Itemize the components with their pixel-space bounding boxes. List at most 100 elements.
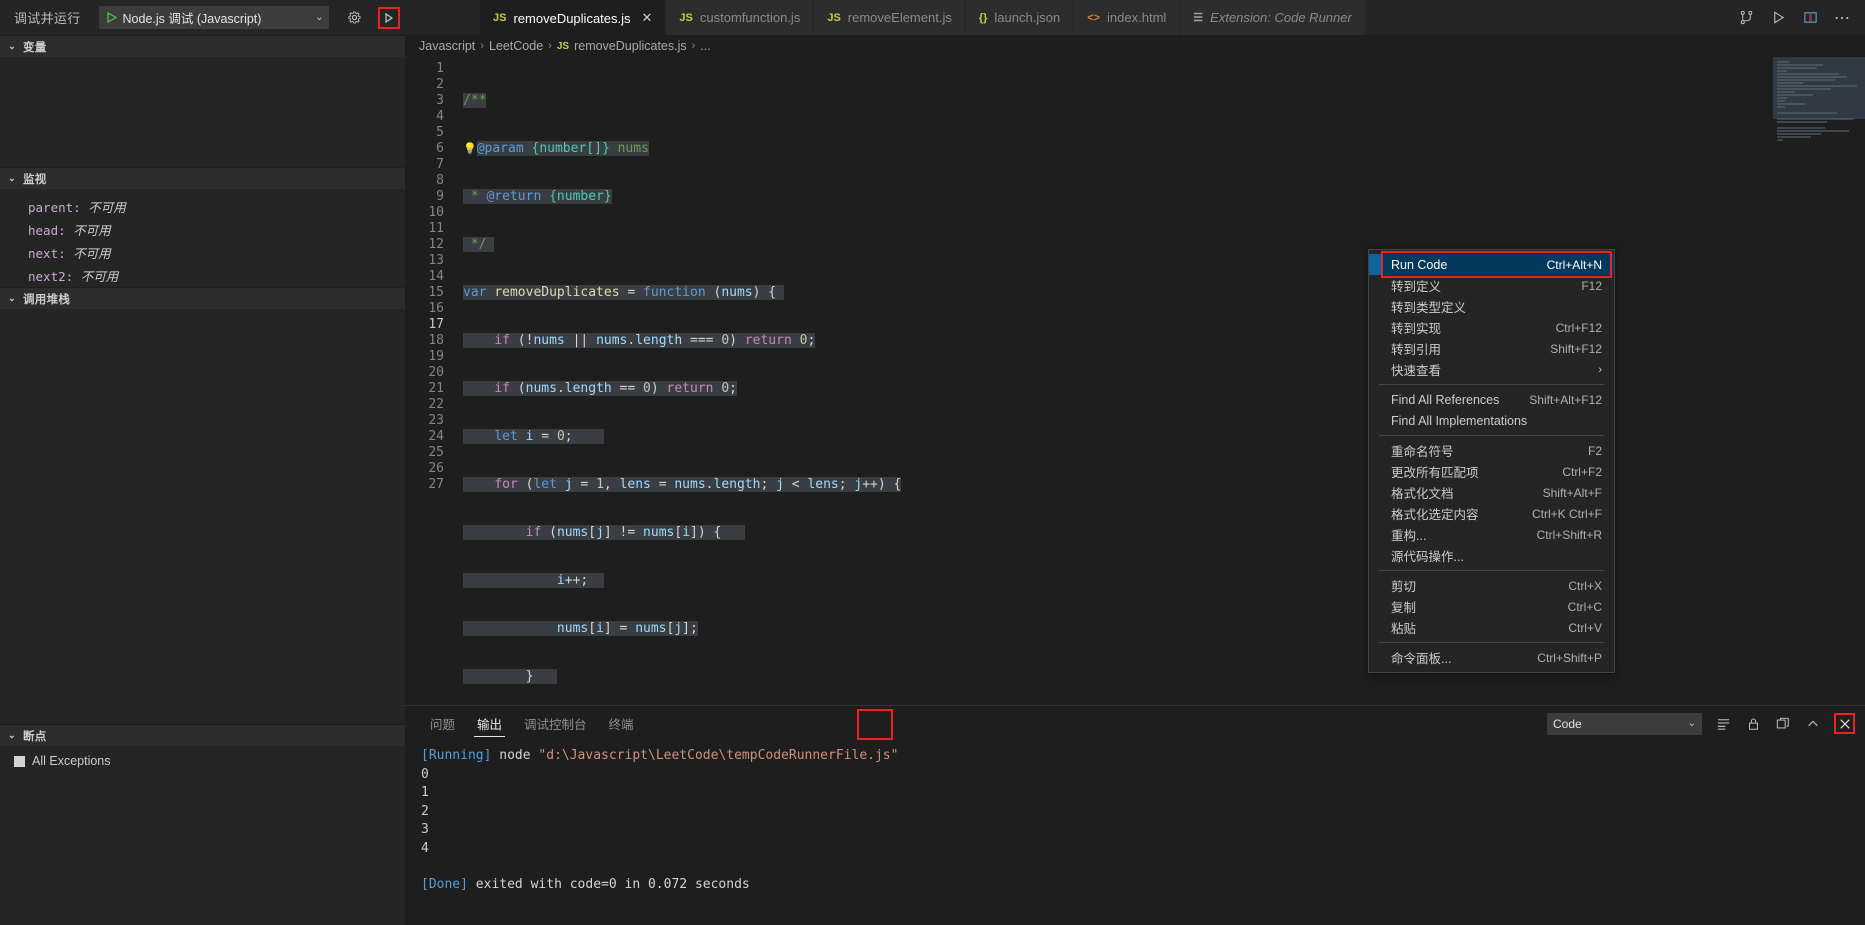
menu-item-format-document[interactable]: 格式化文档 Shift+Alt+F	[1369, 482, 1614, 503]
breakpoint-label: All Exceptions	[32, 754, 111, 768]
lightbulb-icon[interactable]: 💡	[463, 142, 477, 155]
json-file-icon: {}	[978, 11, 988, 24]
section-header-call-stack[interactable]: ⌄ 调用堆栈	[0, 287, 405, 309]
breadcrumb-item-javascript[interactable]: Javascript	[419, 39, 475, 53]
tab-extension-code-runner[interactable]: ☰ Extension: Code Runner	[1180, 0, 1366, 35]
menu-item-change-all-occurrences[interactable]: 更改所有匹配项 Ctrl+F2	[1369, 461, 1614, 482]
code-editor[interactable]: 1 2 3 4 5 6 7 8 9 10 11 12 13 14 15 16 1	[405, 57, 1865, 705]
line-number: 11	[428, 221, 444, 236]
code-content[interactable]: /** 💡@param {number[]} nums * @return {n…	[463, 57, 1865, 705]
close-panel-icon[interactable]	[1834, 713, 1855, 734]
panel-tab-problems[interactable]: 问题	[419, 710, 466, 738]
chevron-down-icon[interactable]: ⌄	[6, 730, 18, 741]
minimap-lines	[1777, 61, 1861, 142]
output-line-running: [Running] node "d:\Javascript\LeetCode\t…	[421, 747, 1865, 766]
menu-item-shortcut: Ctrl+X	[1568, 578, 1602, 593]
watch-item[interactable]: next2: 不可用	[0, 264, 405, 287]
tab-label: removeDuplicates.js	[513, 10, 631, 26]
section-header-breakpoints[interactable]: ⌄ 断点	[0, 724, 405, 746]
menu-item-go-to-references[interactable]: 转到引用 Shift+F12	[1369, 338, 1614, 359]
close-icon[interactable]: ✕	[642, 10, 653, 26]
debug-configuration-select[interactable]: Node.js 调试 (Javascript) ⌄	[98, 6, 329, 29]
chevron-down-icon[interactable]: ⌄	[315, 12, 323, 23]
menu-item-copy[interactable]: 复制 Ctrl+C	[1369, 596, 1614, 617]
chevron-down-icon[interactable]: ⌄	[6, 173, 18, 184]
gear-icon[interactable]	[344, 7, 366, 29]
panel-tab-terminal[interactable]: 终端	[598, 710, 645, 738]
panel-tab-output[interactable]: 输出	[466, 710, 513, 738]
menu-item-refactor[interactable]: 重构... Ctrl+Shift+R	[1369, 524, 1614, 545]
more-actions-icon[interactable]: ⋯	[1833, 9, 1851, 27]
section-title: 监视	[23, 173, 47, 186]
clear-output-icon[interactable]	[1714, 715, 1732, 733]
running-command: node	[499, 748, 531, 763]
chevron-down-icon[interactable]: ⌄	[6, 293, 18, 304]
menu-item-paste[interactable]: 粘贴 Ctrl+V	[1369, 617, 1614, 638]
section-title: 调用堆栈	[23, 293, 71, 306]
run-icon[interactable]	[1769, 9, 1787, 27]
editor-minimap[interactable]	[1773, 57, 1865, 705]
menu-item-command-palette[interactable]: 命令面板... Ctrl+Shift+P	[1369, 647, 1614, 668]
line-number: 7	[436, 157, 444, 172]
maximize-panel-icon[interactable]	[1804, 715, 1822, 733]
watch-item[interactable]: next: 不可用	[0, 241, 405, 264]
section-header-variables[interactable]: ⌄ 变量	[0, 35, 405, 57]
play-icon[interactable]	[105, 11, 118, 24]
menu-item-shortcut: Ctrl+Shift+P	[1537, 650, 1602, 665]
menu-item-cut[interactable]: 剪切 Ctrl+X	[1369, 575, 1614, 596]
section-header-watch[interactable]: ⌄ 监视	[0, 167, 405, 189]
breadcrumb-item-symbol[interactable]: ...	[700, 39, 710, 53]
menu-item-label: 转到引用	[1391, 343, 1442, 357]
tab-removeDuplicates-js[interactable]: JS removeDuplicates.js ✕	[480, 0, 667, 35]
output-content[interactable]: [Running] node "d:\Javascript\LeetCode\t…	[405, 741, 1865, 925]
watch-item[interactable]: parent: 不可用	[0, 195, 405, 218]
menu-item-label: 重构...	[1391, 529, 1427, 543]
menu-item-format-selection[interactable]: 格式化选定内容 Ctrl+K Ctrl+F	[1369, 503, 1614, 524]
menu-item-peek[interactable]: 快速查看 ›	[1369, 359, 1614, 380]
split-panel-icon[interactable]	[1774, 715, 1792, 733]
menu-item-label: 转到类型定义	[1391, 301, 1467, 315]
menu-item-go-to-implementation[interactable]: 转到实现 Ctrl+F12	[1369, 317, 1614, 338]
menu-item-run-code[interactable]: Run Code Ctrl+Alt+N	[1369, 254, 1614, 275]
menu-item-rename-symbol[interactable]: 重命名符号 F2	[1369, 440, 1614, 461]
tab-launch-json[interactable]: {} launch.json	[965, 0, 1075, 35]
panel-tab-label: 终端	[608, 718, 634, 732]
split-merge-icon[interactable]	[1737, 9, 1755, 27]
lock-icon[interactable]	[1744, 715, 1762, 733]
editor-tab-bar: JS removeDuplicates.js ✕ JS customfuncti…	[480, 0, 1865, 35]
menu-item-find-all-implementations[interactable]: Find All Implementations	[1369, 410, 1614, 431]
line-number: 8	[436, 173, 444, 188]
menu-item-go-to-definition[interactable]: 转到定义 F12	[1369, 275, 1614, 296]
watch-value: 不可用	[88, 201, 126, 215]
tab-label: launch.json	[994, 10, 1061, 25]
menu-item-label: Find All Implementations	[1391, 413, 1528, 428]
checkbox-icon[interactable]	[14, 755, 25, 767]
step-over-button[interactable]	[377, 6, 400, 29]
breadcrumb-item-file[interactable]: removeDuplicates.js	[574, 39, 687, 53]
output-line: 4	[421, 840, 429, 856]
output-blank-line	[421, 858, 1865, 876]
tab-removeElement-js[interactable]: JS removeElement.js	[814, 0, 966, 35]
line-number: 10	[428, 205, 444, 220]
menu-item-shortcut: Ctrl+C	[1567, 599, 1602, 614]
breadcrumb-item-leetcode[interactable]: LeetCode	[489, 39, 543, 53]
tab-index-html[interactable]: <> index.html	[1074, 0, 1181, 35]
code-line: if (nums.length == 0) return 0;	[463, 381, 1865, 397]
done-tag: [Done]	[421, 877, 468, 892]
split-editor-icon[interactable]	[1801, 9, 1819, 27]
menu-item-label: 复制	[1391, 601, 1417, 615]
menu-item-source-action[interactable]: 源代码操作...	[1369, 545, 1614, 566]
panel-actions: Code ⌄	[1547, 706, 1855, 741]
panel-tab-label: 输出	[477, 718, 503, 732]
watch-item[interactable]: head: 不可用	[0, 218, 405, 241]
panel-tab-debug-console[interactable]: 调试控制台	[513, 710, 598, 738]
editor-context-menu[interactable]: Run Code Ctrl+Alt+N 转到定义 F12 转到类型定义 转到实现…	[1368, 249, 1615, 673]
chevron-down-icon[interactable]: ⌄	[1688, 718, 1696, 729]
output-channel-select[interactable]: Code ⌄	[1547, 712, 1702, 735]
tab-customfunction-js[interactable]: JS customfunction.js	[666, 0, 815, 35]
chevron-down-icon[interactable]: ⌄	[6, 41, 18, 52]
menu-item-go-to-type-definition[interactable]: 转到类型定义	[1369, 296, 1614, 317]
menu-item-find-all-references[interactable]: Find All References Shift+Alt+F12	[1369, 389, 1614, 410]
breadcrumb: Javascript › LeetCode › JS removeDuplica…	[405, 35, 1865, 57]
breakpoint-item[interactable]: All Exceptions	[0, 751, 405, 771]
